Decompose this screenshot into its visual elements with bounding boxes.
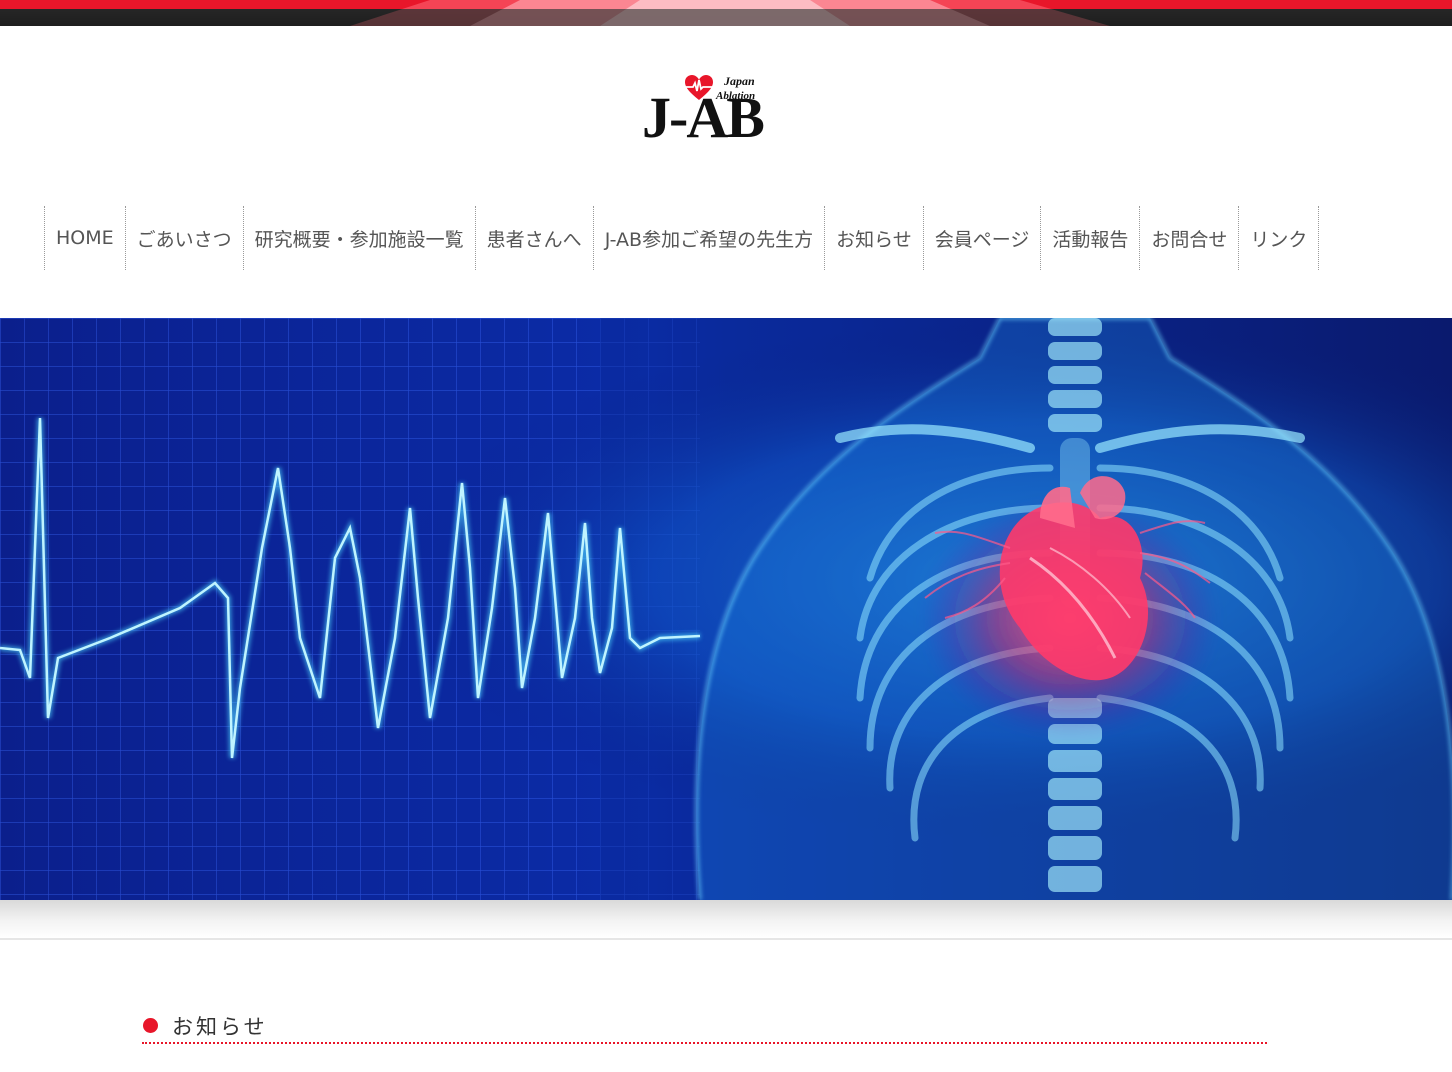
nav-item-home[interactable]: HOME (44, 206, 125, 270)
news-section-heading: お知らせ (142, 1008, 1267, 1044)
bullet-dot-icon (143, 1018, 158, 1033)
nav-item-for-doctors[interactable]: J-AB参加ご希望の先生方 (592, 206, 824, 270)
nav-item-research-overview[interactable]: 研究概要・参加施設一覧 (242, 206, 475, 270)
news-heading-title: お知らせ (172, 1015, 268, 1039)
nav-item-greeting[interactable]: ごあいさつ (124, 206, 243, 270)
nav-item-contact[interactable]: お問合せ (1139, 206, 1238, 270)
nav-item-members[interactable]: 会員ページ (922, 206, 1041, 270)
nav-item-for-patients[interactable]: 患者さんへ (474, 206, 593, 270)
nav-item-links[interactable]: リンク (1238, 206, 1320, 270)
top-decorative-band (0, 0, 1452, 26)
hero-banner (0, 318, 1452, 900)
nav-item-news[interactable]: お知らせ (824, 206, 923, 270)
hero-image-ecg-heart (0, 318, 1452, 900)
nav-item-activity-report[interactable]: 活動報告 (1040, 206, 1139, 270)
logo-wordmark: J-AB (642, 85, 765, 150)
site-logo[interactable]: Japan Ablation J-AB (640, 70, 770, 154)
hero-bottom-shadow (0, 900, 1452, 940)
main-navigation: HOME ごあいさつ 研究概要・参加施設一覧 患者さんへ J-AB参加ご希望の先… (44, 206, 1320, 270)
